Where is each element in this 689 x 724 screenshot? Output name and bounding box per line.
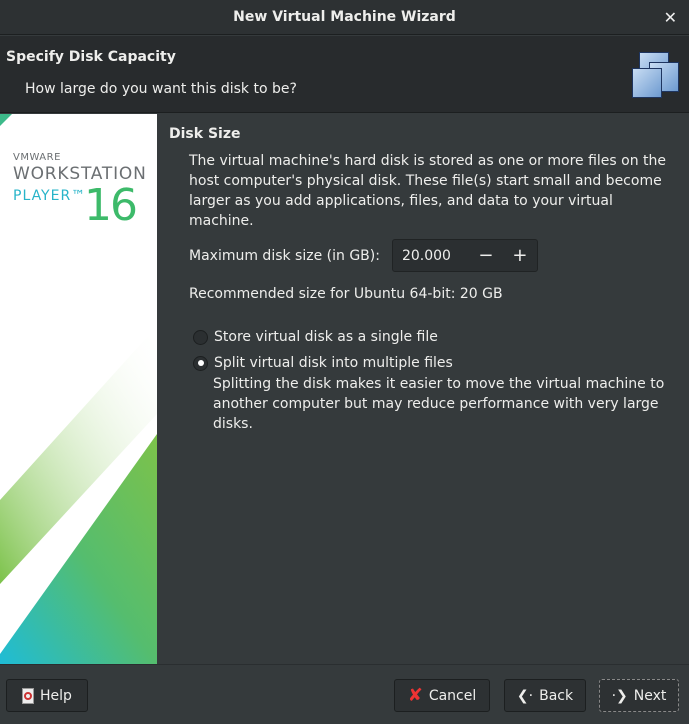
radio-single-file[interactable]: Store virtual disk as a single file [193,329,679,345]
close-icon[interactable]: ✕ [664,8,677,27]
brand-banner: VMWARE WORKSTATION PLAYER™ 16 [0,114,157,664]
disk-description: The virtual machine's hard disk is store… [189,153,667,229]
radio-label: Store virtual disk as a single file [214,329,438,345]
radio-selected-icon[interactable] [193,355,208,371]
help-button[interactable]: Help [6,679,88,712]
disk-stack-icon [631,48,681,98]
recommended-size: Recommended size for Ubuntu 64-bit: 20 G… [189,286,503,302]
section-title: Disk Size [169,126,241,142]
next-arrow-icon: ·❯ [611,687,628,704]
back-label: Back [539,687,574,704]
next-button[interactable]: ·❯ Next [599,679,679,712]
max-size-label: Maximum disk size (in GB): [189,247,380,264]
radio-split-files[interactable]: Split virtual disk into multiple files [193,355,679,371]
radio-unselected-icon[interactable] [193,329,208,345]
title-bar: New Virtual Machine Wizard ✕ [0,0,689,35]
page-subtitle: How large do you want this disk to be? [25,81,297,97]
button-bar: Help ✘ Cancel ❮· Back ·❯ Next [0,664,689,724]
back-button[interactable]: ❮· Back [504,679,586,712]
brand-vendor: VMWARE [13,152,61,163]
disk-size-input[interactable]: 20.000 [402,248,469,264]
disk-settings: Disk Size The virtual machine's hard dis… [169,126,679,434]
next-label: Next [633,687,667,704]
split-description: Splitting the disk makes it easier to mo… [213,376,665,432]
cancel-button[interactable]: ✘ Cancel [394,679,490,712]
help-label: Help [40,687,72,704]
page-title: Specify Disk Capacity [6,49,176,65]
wizard-header: Specify Disk Capacity How large do you w… [0,36,689,113]
cancel-x-icon: ✘ [407,685,423,706]
radio-label: Split virtual disk into multiple files [214,355,453,371]
disk-size-spinner[interactable]: 20.000 − + [391,239,538,272]
back-arrow-icon: ❮· [516,687,534,704]
window-title: New Virtual Machine Wizard [233,9,456,25]
cancel-label: Cancel [428,687,477,704]
increment-button[interactable]: + [503,245,537,266]
help-icon [22,687,35,704]
brand-version: 16 [84,180,138,231]
decrement-button[interactable]: − [469,245,503,266]
